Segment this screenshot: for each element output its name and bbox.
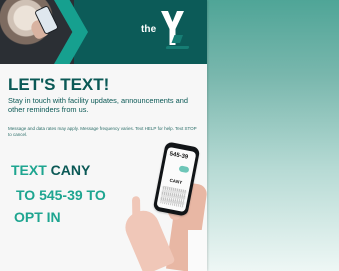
phone-illustration: 545-39 CANY (143, 141, 203, 270)
cta-line-1: TEXT CANY (11, 163, 90, 177)
cta-line-2: TO 545-39 TO (16, 187, 106, 203)
flyer-card: the LET'S TEXT! Stay in touch with facil… (0, 0, 207, 271)
phone-device: 545-39 CANY (152, 141, 201, 217)
message-bubble (178, 165, 190, 174)
brand-prefix: the (141, 24, 157, 35)
phone-screen-number: 545-39 (169, 151, 189, 161)
flyer-title: LET'S TEXT! (8, 75, 110, 94)
page: { "brand": { "prefix": "the", "letter": … (0, 0, 339, 271)
phone-screen-keyword: CANY (169, 177, 183, 186)
y-logo-icon (161, 11, 184, 45)
cta-keyword: CANY (50, 162, 91, 178)
cta-line-3: OPT IN (14, 209, 61, 225)
brand-band-decoration (165, 46, 190, 49)
flyer-header: the (0, 0, 207, 64)
phone-keyboard (159, 185, 188, 208)
phone-screen: 545-39 CANY (156, 146, 197, 213)
cta-text-word: TEXT (11, 162, 47, 178)
sms-disclaimer: Message and data rates may apply. Messag… (8, 126, 197, 137)
flyer-intro: Stay in touch with facility updates, ann… (8, 96, 188, 115)
